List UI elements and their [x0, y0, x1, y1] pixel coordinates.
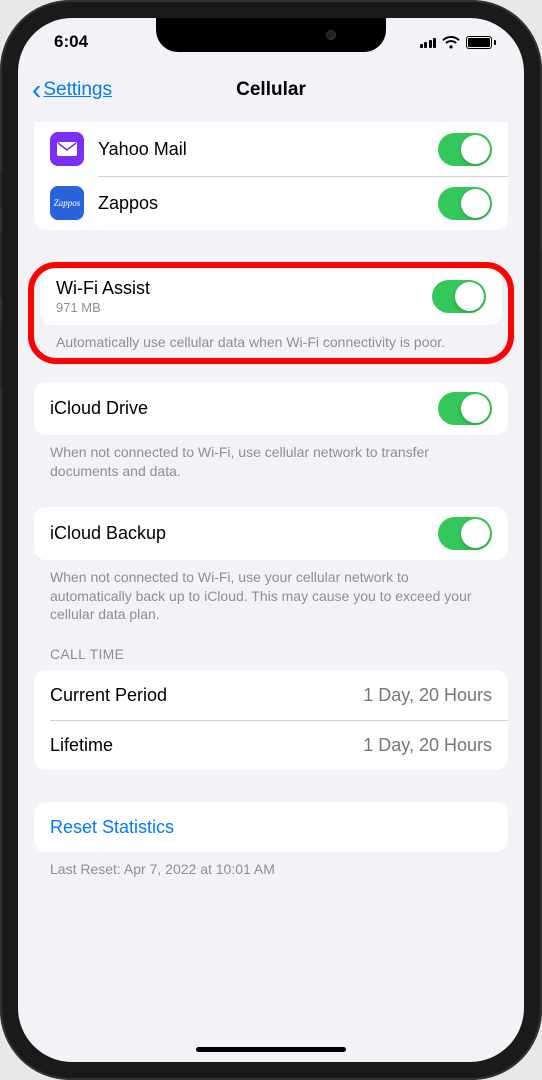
status-time: 6:04 — [54, 32, 88, 52]
toggle-icloud-drive[interactable] — [438, 392, 492, 425]
battery-icon — [466, 36, 496, 49]
wifi-assist-highlight: Wi-Fi Assist 971 MB Automatically use ce… — [28, 262, 514, 364]
toggle-zappos[interactable] — [438, 187, 492, 220]
lifetime-row[interactable]: Lifetime 1 Day, 20 Hours — [34, 720, 508, 770]
chevron-left-icon: ‹ — [32, 76, 41, 104]
app-row-yahoo-mail[interactable]: Yahoo Mail — [34, 122, 508, 176]
wifi-assist-row[interactable]: Wi-Fi Assist 971 MB — [40, 268, 502, 325]
toggle-icloud-backup[interactable] — [438, 517, 492, 550]
call-time-group: Current Period 1 Day, 20 Hours Lifetime … — [34, 670, 508, 770]
icloud-backup-label: iCloud Backup — [50, 523, 438, 544]
nav-bar: ‹ Settings Cellular — [18, 66, 524, 114]
lifetime-value: 1 Day, 20 Hours — [363, 735, 492, 756]
home-indicator[interactable] — [196, 1047, 346, 1052]
current-period-value: 1 Day, 20 Hours — [363, 685, 492, 706]
signal-icon — [420, 36, 437, 48]
toggle-wifi-assist[interactable] — [432, 280, 486, 313]
icloud-backup-description: When not connected to Wi-Fi, use your ce… — [18, 560, 524, 625]
back-label: Settings — [43, 79, 112, 101]
wifi-assist-usage: 971 MB — [56, 300, 432, 315]
toggle-yahoo-mail[interactable] — [438, 133, 492, 166]
icloud-drive-row[interactable]: iCloud Drive — [34, 382, 508, 435]
zappos-icon: Zappos — [50, 186, 84, 220]
wifi-assist-description: Automatically use cellular data when Wi-… — [34, 325, 508, 358]
icloud-drive-description: When not connected to Wi-Fi, use cellula… — [18, 435, 524, 481]
yahoo-mail-icon — [50, 132, 84, 166]
app-list: Yahoo Mail Zappos Zappos — [34, 122, 508, 230]
current-period-row[interactable]: Current Period 1 Day, 20 Hours — [34, 670, 508, 720]
icloud-backup-row[interactable]: iCloud Backup — [34, 507, 508, 560]
call-time-header: CALL TIME — [18, 624, 524, 670]
app-row-zappos[interactable]: Zappos Zappos — [34, 176, 508, 230]
icloud-drive-label: iCloud Drive — [50, 398, 438, 419]
reset-label: Reset Statistics — [50, 817, 174, 838]
last-reset-text: Last Reset: Apr 7, 2022 at 10:01 AM — [18, 852, 524, 879]
current-period-label: Current Period — [50, 685, 167, 706]
lifetime-label: Lifetime — [50, 735, 113, 756]
app-label: Yahoo Mail — [98, 139, 438, 160]
wifi-assist-label: Wi-Fi Assist — [56, 278, 432, 299]
reset-statistics-button[interactable]: Reset Statistics — [34, 802, 508, 852]
app-label: Zappos — [98, 193, 438, 214]
back-button[interactable]: ‹ Settings — [32, 76, 112, 104]
wifi-icon — [442, 36, 460, 49]
